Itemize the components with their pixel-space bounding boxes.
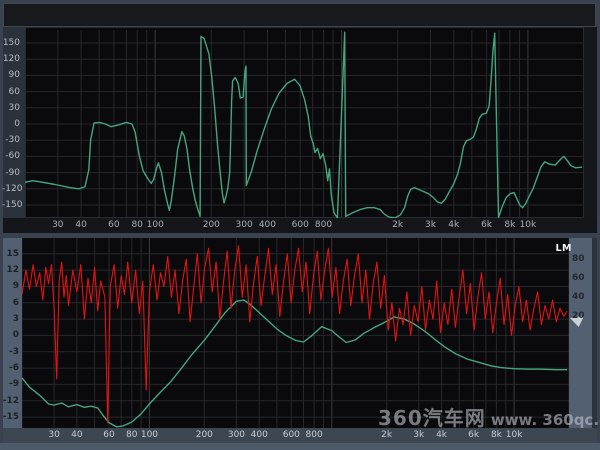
y-tick-label: 60 [2,87,20,97]
x-tick-label: 4k [429,430,455,440]
y-tick-label: 120 [2,54,20,64]
x-tick-label: 10k [515,220,541,230]
watermark-site: www. 360qc.com [491,411,600,429]
x-tick-label: 600 [287,220,313,230]
x-tick-label: 2k [385,220,411,230]
analyzer-window: { "window": { "lm_label": "LM" }, "water… [0,0,600,450]
x-tick-label: 400 [246,430,272,440]
x-tick-label: 2k [374,430,400,440]
y-tick-label: -60 [2,151,20,161]
y-tick-label: -30 [2,135,20,145]
y-tick-label: 6 [1,298,19,308]
x-tick-label: 800 [301,430,327,440]
y-tick-label: -120 [2,184,20,194]
x-tick-label: 300 [231,220,257,230]
y-tick-label: 12 [1,265,19,275]
bottom-right-frame [592,238,597,428]
y-tick-label: -150 [2,200,20,210]
y-tick-label: -6 [1,363,19,373]
x-tick-label: 800 [311,220,337,230]
y-tick-label: 90 [2,70,20,80]
y-tick-label: 15 [1,249,19,259]
x-tick-label: 60 [101,220,127,230]
y-tick-label: 30 [2,103,20,113]
live-spectrum-trace [22,246,567,423]
watermark-brand: 360汽车网 [378,406,486,430]
y-tick-label: -90 [2,168,20,178]
y-tick-label: -12 [1,396,19,406]
y-tick-label: -15 [1,412,19,422]
x-tick-label: 40 [68,220,94,230]
y-tick-label: 150 [2,38,20,48]
watermark: 360汽车网 www. 360qc.com [378,402,596,431]
top-right-gutter [584,27,597,218]
y-tick-label: -3 [1,347,19,357]
x-tick-label: 4k [441,220,467,230]
x-tick-label: 30 [45,220,71,230]
y-tick-label: 3 [1,314,19,324]
y-tick-label: 0 [2,119,20,129]
bottom-frame-strip [0,443,600,450]
y-tick-label: 0 [1,330,19,340]
lm-mode-badge: LM [548,243,572,254]
right-y-tick-label: 40 [572,292,588,302]
x-tick-label: 400 [254,220,280,230]
bottom-right-axis-gutter [569,238,592,428]
x-tick-label: 3k [417,220,443,230]
x-tick-label: 40 [64,430,90,440]
y-tick-label: -9 [1,379,19,389]
toolbar [3,3,596,27]
phase-trace [25,32,582,218]
x-tick-label: 100 [136,430,162,440]
y-tick-label: 9 [1,281,19,291]
right-y-tick-label: 20 [572,311,588,321]
right-y-tick-label: 80 [572,254,588,264]
top-phase-chart[interactable] [25,30,584,218]
x-tick-label: 10k [501,430,527,440]
x-tick-label: 6k [474,220,500,230]
right-y-tick-label: 60 [572,273,588,283]
x-tick-label: 100 [142,220,168,230]
x-tick-label: 200 [198,220,224,230]
bottom-spectrum-chart[interactable] [22,238,569,428]
x-tick-label: 200 [191,430,217,440]
